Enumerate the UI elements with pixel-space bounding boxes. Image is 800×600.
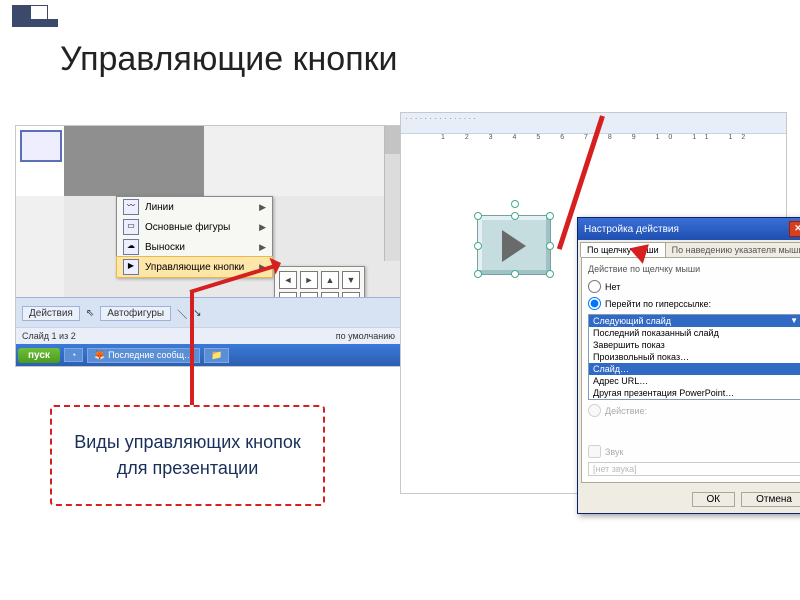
submenu-arrow-icon: ▶ [259,202,266,213]
action-button-shape[interactable] [477,215,551,275]
flyout-item-callouts[interactable]: ☁ Выноски ▶ [117,237,272,257]
tab-mouse-click[interactable]: По щелчку мыши [580,242,666,257]
action-settings-dialog: Настройка действия ✕ По щелчку мыши По н… [577,217,800,514]
combo-option[interactable]: Слайд… [589,363,800,375]
radio-label: Действие: [605,406,647,416]
slide-workspace [64,126,204,196]
callout-box: Виды управляющих кнопок для презентации [50,405,325,506]
radio-none[interactable]: Нет [588,280,800,293]
radio-input [588,404,601,417]
flyout-label: Выноски [145,242,185,253]
taskbar-item[interactable]: 📁 [204,348,229,363]
combo-option[interactable]: Последний показанный слайд [589,327,800,339]
flyout-label: Линии [145,202,174,213]
submenu-arrow-icon: ▶ [259,242,266,253]
taskbar-item[interactable]: 🦊 Последние сообщ… [87,348,200,363]
checkbox-label: Звук [605,447,623,457]
radio-hyperlink[interactable]: Перейти по гиперссылке: [588,297,800,310]
autoshapes-flyout-menu: 〰 Линии ▶ ▭ Основные фигуры ▶ ☁ Выноски … [116,196,273,278]
callout-text: Виды управляющих кнопок для презентации [60,430,315,480]
action-btn-back[interactable]: ◄ [279,271,297,289]
annotation-arrow [190,290,194,405]
sound-value: [нет звука] [588,462,800,476]
dialog-button-row: ОК Отмена [578,486,800,513]
action-btn-forward[interactable]: ► [300,271,318,289]
submenu-arrow-icon: ▶ [259,222,266,233]
resize-handle[interactable] [546,270,554,278]
combobox-dropdown: Последний показанный слайд Завершить пок… [589,327,800,399]
ok-button[interactable]: ОК [692,492,736,507]
formatting-toolbar: · · · · · · · · · · · · · · · [401,113,786,134]
combo-option[interactable]: Адрес URL… [589,375,800,387]
close-icon[interactable]: ✕ [789,221,800,237]
resize-handle[interactable] [474,242,482,250]
windows-taskbar: пуск ◔ 🦊 Последние сообщ… 📁 [16,344,401,366]
arrow-tool-icon[interactable]: ↘ [193,308,201,319]
powerpoint-window-left: 〰 Линии ▶ ▭ Основные фигуры ▶ ☁ Выноски … [15,125,402,367]
resize-handle[interactable] [511,270,519,278]
autoshapes-button[interactable]: Автофигуры [100,306,171,321]
flyout-item-basic-shapes[interactable]: ▭ Основные фигуры ▶ [117,217,272,237]
resize-handle[interactable] [474,212,482,220]
tab-mouse-over[interactable]: По наведению указателя мыши [665,242,800,257]
group-label: Действие по щелчку мыши [588,264,800,274]
dialog-title-text: Настройка действия [584,224,679,235]
callouts-icon: ☁ [123,239,139,255]
slide-panel [16,126,65,196]
flyout-label: Управляющие кнопки [145,262,244,273]
resize-handle[interactable] [474,270,482,278]
line-tool-icon[interactable]: ＼ [177,306,187,321]
pointer-tool-icon[interactable]: ⇖ [86,308,94,319]
vertical-ruler [401,145,428,493]
sound-combobox-disabled: [нет звука] [588,462,800,476]
radio-label: Перейти по гиперссылке: [605,299,711,309]
radio-action-disabled: Действие: [588,404,800,417]
resize-handle[interactable] [546,242,554,250]
action-buttons-icon: ▶ [123,259,139,275]
dialog-body: Действие по щелчку мыши Нет Перейти по г… [581,257,800,483]
taskbar-item[interactable]: ◔ [64,348,83,362]
resize-handle[interactable] [511,212,519,220]
slide-canvas[interactable]: Настройка действия ✕ По щелчку мыши По н… [427,145,786,493]
chevron-down-icon: ▼ [790,316,798,326]
radio-input[interactable] [588,297,601,310]
radio-label: Нет [605,282,620,292]
checkbox-input [588,445,601,458]
slide-bullet-deco [12,5,66,41]
slide-thumbnail[interactable] [20,130,62,162]
combobox-selected-text: Следующий слайд [593,316,671,326]
actions-menu-button[interactable]: Действия [22,306,80,321]
powerpoint-window-right: · · · · · · · · · · · · · · · 1 2 3 4 5 … [400,112,787,494]
drawing-toolbar: Действия ⇖ Автофигуры ＼ ↘ [16,297,401,328]
action-btn-end[interactable]: ▼ [342,271,360,289]
cancel-button[interactable]: Отмена [741,492,800,507]
slide-title: Управляющие кнопки [60,40,398,79]
combo-option[interactable]: Завершить показ [589,339,800,351]
combo-option[interactable]: Другая презентация PowerPoint… [589,387,800,399]
checkbox-sound: Звук [588,445,800,458]
dialog-tabstrip: По щелчку мыши По наведению указателя мы… [578,240,800,257]
dialog-titlebar[interactable]: Настройка действия ✕ [578,218,800,240]
combo-option[interactable]: Произвольный показ… [589,351,800,363]
start-button[interactable]: пуск [18,348,60,363]
resize-handle[interactable] [546,212,554,220]
hyperlink-combobox[interactable]: Следующий слайд ▼ Последний показанный с… [588,314,800,400]
radio-input[interactable] [588,280,601,293]
vertical-scrollbar[interactable] [384,126,401,261]
action-btn-begin[interactable]: ▲ [321,271,339,289]
status-bar: Слайд 1 из 2 по умолчанию [16,327,401,344]
slide-counter: Слайд 1 из 2 [22,331,76,341]
rotate-handle[interactable] [511,200,519,208]
lines-icon: 〰 [123,199,139,215]
shapes-icon: ▭ [123,219,139,235]
play-icon [502,230,542,262]
layout-name: по умолчанию [336,331,395,341]
flyout-item-lines[interactable]: 〰 Линии ▶ [117,197,272,217]
flyout-label: Основные фигуры [145,222,230,233]
combobox-selected[interactable]: Следующий слайд ▼ [589,315,800,327]
